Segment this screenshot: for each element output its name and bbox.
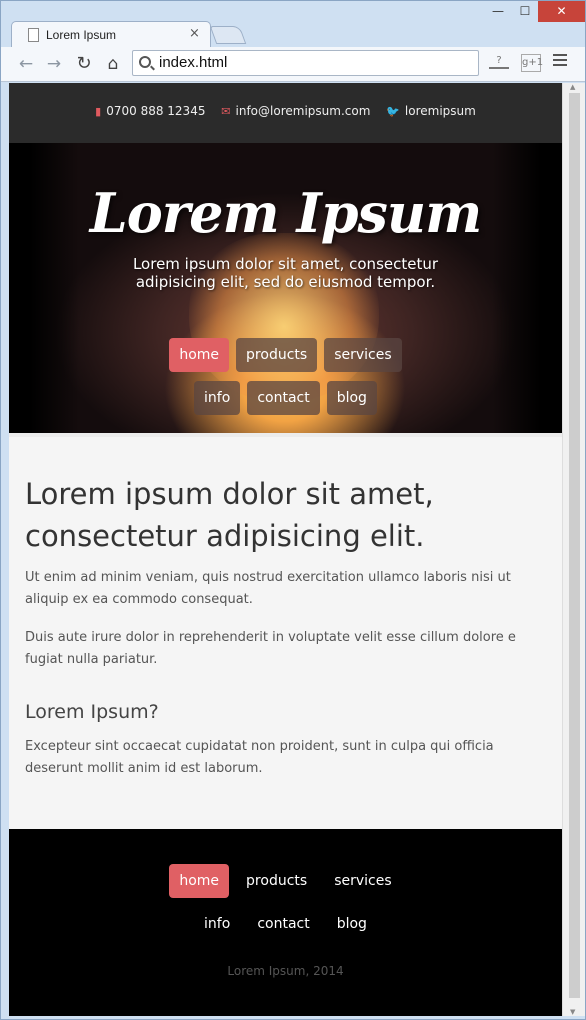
paragraph-1-line-1: Ut enim ad minim veniam, quis nostrud ex… — [25, 570, 511, 585]
footer-nav-info[interactable]: info — [194, 907, 240, 941]
search-icon — [139, 56, 151, 68]
nav-home[interactable]: home — [169, 338, 230, 372]
new-tab-button[interactable] — [209, 26, 247, 44]
footer-nav-home[interactable]: home — [169, 864, 230, 898]
nav-services[interactable]: services — [324, 338, 402, 372]
paragraph-2-line-1: Duis aute irure dolor in reprehenderit i… — [25, 630, 516, 645]
tab-title: Lorem Ipsum — [46, 28, 117, 42]
browser-toolbar: ← → ↻ ⌂ index.html ? g+1 — [1, 47, 585, 82]
footer-nav-products[interactable]: products — [236, 864, 317, 898]
email-address: info@loremipsum.com — [235, 104, 371, 118]
site-title: Lorem Ipsum — [89, 181, 483, 245]
maximize-button[interactable]: ☐ — [512, 1, 538, 22]
hero-banner: Lorem Ipsum Lorem ipsum dolor sit amet, … — [9, 143, 562, 433]
contact-row: ▮ 0700 888 12345 ✉ info@loremipsum.com 🐦 lo… — [9, 104, 562, 118]
page-viewport: ▮ 0700 888 12345 ✉ info@loremipsum.com 🐦 lo… — [9, 83, 562, 1016]
browser-window: — ☐ ✕ Lorem Ipsum × ← → ↻ ⌂ index.html ?… — [0, 0, 586, 1020]
scroll-up-icon[interactable]: ▲ — [570, 83, 575, 91]
paragraph-2-line-2: fugiat nulla pariatur. — [25, 652, 158, 667]
gplus-icon[interactable]: g+1 — [521, 54, 543, 72]
contact-email[interactable]: ✉ info@loremipsum.com — [221, 104, 370, 118]
url-text[interactable]: index.html — [159, 54, 227, 71]
footer-nav-contact[interactable]: contact — [247, 907, 319, 941]
site-tagline: Lorem ipsum dolor sit amet, consectetur … — [132, 255, 439, 291]
phone-icon: ▮ — [95, 105, 102, 118]
minimize-button[interactable]: — — [484, 1, 512, 22]
contact-bar: ▮ 0700 888 12345 ✉ info@loremipsum.com 🐦 lo… — [9, 83, 562, 143]
contact-twitter[interactable]: 🐦 loremipsum — [386, 104, 476, 118]
menu-icon[interactable] — [553, 54, 567, 68]
email-icon: ✉ — [221, 105, 231, 118]
home-icon[interactable]: ⌂ — [102, 53, 124, 75]
paragraph-3-line-2: deserunt mollit anim id est laborum. — [25, 761, 263, 776]
twitter-icon: 🐦 — [386, 105, 400, 118]
contact-phone[interactable]: ▮ 0700 888 12345 — [95, 104, 205, 118]
arrow-right-icon[interactable]: → — [43, 53, 65, 75]
address-bar[interactable]: index.html — [132, 50, 479, 76]
copyright-text: Lorem Ipsum, 2014 — [227, 964, 344, 978]
main-content: Lorem ipsum dolor sit amet, consectetur … — [9, 433, 562, 829]
nav-contact[interactable]: contact — [247, 381, 320, 415]
scrollbar-thumb[interactable] — [569, 93, 580, 998]
nav-products[interactable]: products — [236, 338, 318, 372]
title-bar: — ☐ ✕ Lorem Ipsum × — [1, 1, 585, 49]
twitter-handle: loremipsum — [404, 104, 476, 118]
document-icon — [28, 28, 39, 42]
paragraph-3-line-1: Excepteur sint occaecat cupidatat non pr… — [25, 739, 494, 754]
tab-close-icon[interactable]: × — [189, 26, 200, 41]
browser-tab[interactable]: Lorem Ipsum × — [11, 21, 211, 47]
nav-info[interactable]: info — [194, 381, 241, 415]
arrow-left-icon[interactable]: ← — [15, 53, 37, 75]
content-heading: Lorem ipsum dolor sit amet, consectetur … — [25, 477, 434, 553]
phone-number: 0700 888 12345 — [106, 104, 206, 118]
paragraph-1-line-2: aliquip ex ea commodo consequat. — [25, 592, 253, 607]
footer-nav-services[interactable]: services — [324, 864, 401, 898]
scroll-down-icon[interactable]: ▼ — [570, 1008, 575, 1016]
footer-nav-blog[interactable]: blog — [327, 907, 377, 941]
help-icon[interactable]: ? — [489, 55, 509, 69]
vertical-scrollbar[interactable]: ▲ ▼ — [562, 83, 585, 1016]
site-footer: home products services info contact blog… — [9, 829, 562, 1016]
nav-blog[interactable]: blog — [326, 381, 377, 415]
reload-icon[interactable]: ↻ — [73, 53, 95, 75]
content-subheading: Lorem Ipsum? — [25, 701, 159, 723]
close-window-button[interactable]: ✕ — [538, 1, 585, 22]
